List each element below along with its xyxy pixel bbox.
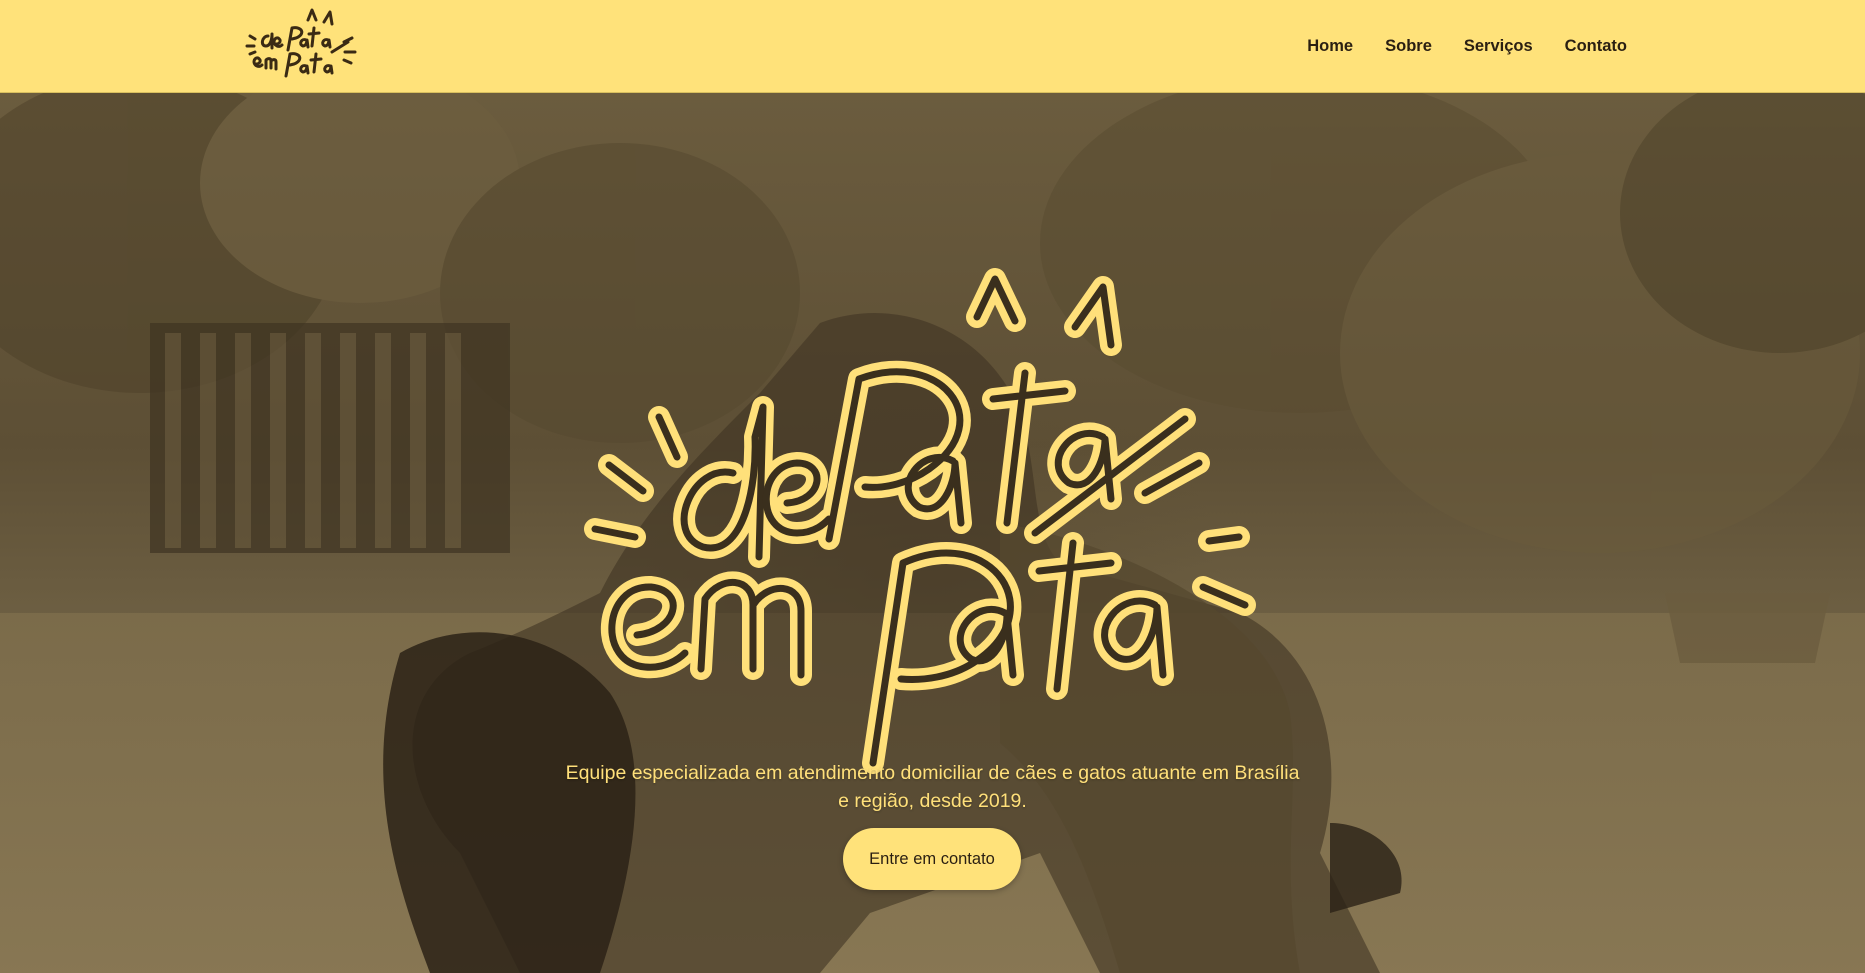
hero-section: Equipe especializada em atendimento domi… (0, 93, 1865, 973)
depata-empata-hero-logo (584, 268, 1256, 774)
cat-ears-lettering-logo-icon (245, 8, 357, 78)
nav-item-sobre[interactable]: Sobre (1385, 37, 1432, 56)
brand-logo[interactable] (244, 6, 360, 86)
nav-item-servicos[interactable]: Serviços (1464, 37, 1533, 56)
nav-item-home[interactable]: Home (1307, 37, 1353, 56)
hero-tagline: Equipe especializada em atendimento domi… (565, 761, 1300, 812)
fence-shape (150, 323, 510, 553)
contact-cta-button[interactable]: Entre em contato (843, 828, 1021, 890)
top-navigation-bar: Home Sobre Serviços Contato (0, 0, 1865, 93)
nav-item-contato[interactable]: Contato (1565, 37, 1627, 56)
main-navigation: Home Sobre Serviços Contato (1307, 0, 1627, 93)
